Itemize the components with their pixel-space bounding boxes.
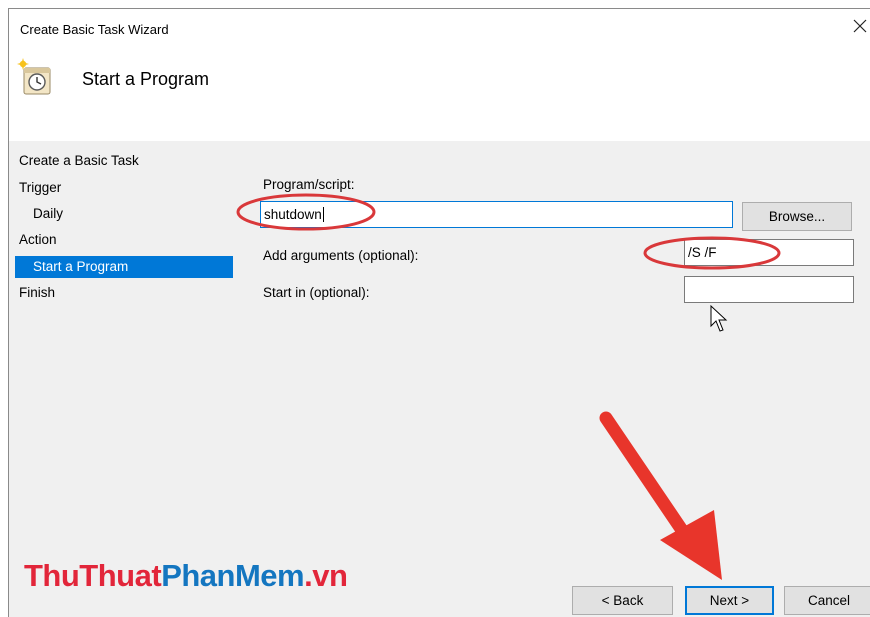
site-watermark: ThuThuatPhanMem.vn bbox=[24, 558, 348, 594]
wizard-steps-sidebar: Create a Basic Task Trigger Daily Action… bbox=[9, 141, 239, 561]
wizard-window: Create Basic Task Wizard Start a Program… bbox=[8, 8, 870, 617]
scheduled-task-clock-icon bbox=[17, 58, 51, 95]
step-finish: Finish bbox=[19, 285, 56, 300]
step-action: Action bbox=[19, 232, 57, 247]
program-script-label: Program/script: bbox=[263, 177, 355, 192]
program-script-input[interactable]: shutdown bbox=[260, 201, 733, 228]
watermark-part2: PhanMem bbox=[161, 558, 305, 593]
arguments-label: Add arguments (optional): bbox=[263, 248, 419, 263]
page-heading: Start a Program bbox=[82, 69, 210, 89]
start-in-input[interactable] bbox=[684, 276, 854, 303]
step-create-basic-task: Create a Basic Task bbox=[19, 153, 139, 168]
browse-button[interactable]: Browse... bbox=[742, 202, 852, 231]
back-button[interactable]: < Back bbox=[572, 586, 673, 615]
step-daily: Daily bbox=[33, 206, 64, 221]
step-start-a-program: Start a Program bbox=[15, 256, 233, 278]
window-title: Create Basic Task Wizard bbox=[20, 22, 169, 37]
wizard-header: Start a Program bbox=[9, 41, 870, 141]
text-caret bbox=[322, 207, 324, 222]
watermark-part3: .vn bbox=[304, 558, 348, 593]
title-bar: Create Basic Task Wizard bbox=[9, 9, 870, 41]
step-trigger: Trigger bbox=[19, 180, 62, 195]
watermark-part1: ThuThuat bbox=[24, 558, 162, 593]
arguments-input[interactable]: /S /F bbox=[684, 239, 854, 266]
program-script-value: shutdown bbox=[264, 207, 322, 222]
close-icon[interactable] bbox=[852, 18, 868, 34]
start-in-label: Start in (optional): bbox=[263, 285, 370, 300]
next-button[interactable]: Next > bbox=[685, 586, 774, 615]
cancel-button[interactable]: Cancel bbox=[784, 586, 870, 615]
